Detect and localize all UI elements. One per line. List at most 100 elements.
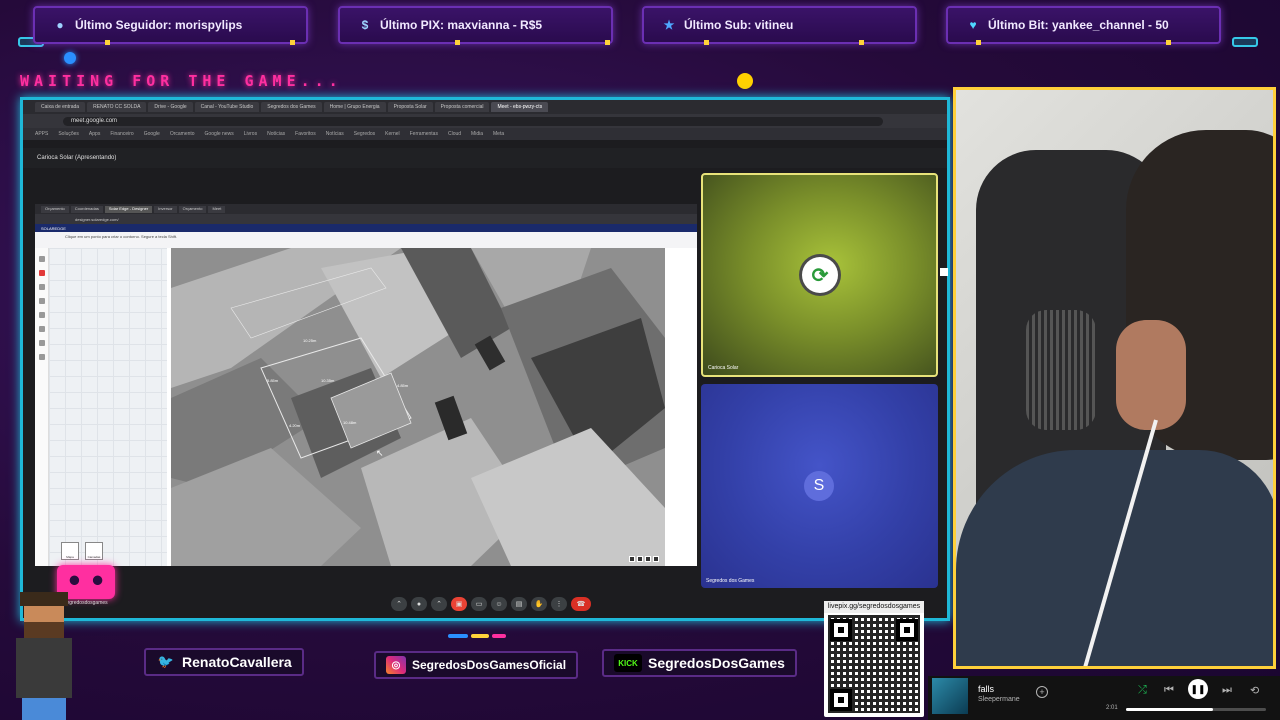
webcam-chair-mesh [1026, 310, 1096, 430]
bookmark-item[interactable]: Orcamento [170, 131, 195, 137]
inner-tabstrip: Orçamento Coordenadas Solar Edge - Designe… [35, 204, 697, 214]
repeat-icon[interactable]: ⟲ [1250, 684, 1259, 697]
present-icon[interactable]: ▤ [511, 597, 527, 611]
tool-icon[interactable] [38, 354, 45, 360]
browser-tab[interactable]: Home | Grupo Energia [323, 102, 386, 112]
layers-thumbnail[interactable]: Camadas [85, 542, 103, 560]
progress-bar[interactable] [1126, 708, 1266, 711]
bookmark-item[interactable]: Segredos [354, 131, 375, 137]
bookmark-item[interactable]: Favoritos [295, 131, 316, 137]
map-control-button[interactable] [629, 556, 635, 562]
twitter-bird-icon: 🐦 [157, 654, 175, 669]
captions-icon[interactable]: ▭ [471, 597, 487, 611]
inner-address-bar: designer.solaredge.com/ [35, 214, 697, 224]
raise-hand-icon[interactable]: ✋ [531, 597, 547, 611]
carioca-solar-logo-icon: ⟳ [802, 257, 838, 293]
alert-label: Último Sub: vitineu [684, 18, 794, 32]
dash [492, 634, 506, 638]
alert-last-pix: $ Último PIX: maxvianna - R$5 [338, 6, 613, 45]
previous-track-icon[interactable]: ⏮ [1164, 684, 1174, 697]
measure-label: 10.35m [321, 378, 335, 383]
bookmark-item[interactable]: Apps [89, 131, 100, 137]
instagram-icon: ◎ [386, 656, 406, 674]
shuffle-icon[interactable]: ⤮ [1138, 684, 1147, 697]
app-header: SOLAREDGE [35, 224, 697, 232]
map-control-button[interactable] [653, 556, 659, 562]
tool-icon[interactable] [38, 340, 45, 346]
bookmark-item[interactable]: Meta [493, 131, 504, 137]
bookmark-item[interactable]: Kernel [385, 131, 399, 137]
bookmark-item[interactable]: Notícias [326, 131, 344, 137]
tool-icon[interactable] [38, 312, 45, 318]
album-art [932, 678, 968, 714]
decor-dashes [448, 634, 506, 638]
map-controls [629, 556, 659, 562]
browser-tab[interactable]: Caixa de entrada [35, 102, 86, 112]
alert-last-follower: ● Último Seguidor: morispylips [33, 6, 308, 45]
mouse-cursor-icon: ↖ [376, 448, 384, 458]
browser-tab[interactable]: Drive - Google [148, 102, 193, 112]
browser-tab[interactable]: Proposta Solar [387, 102, 433, 112]
chevron-up-icon[interactable]: ⌃ [431, 597, 447, 611]
webcam-feed [953, 87, 1276, 669]
bookmark-item[interactable]: APPS [35, 131, 48, 137]
tool-icon[interactable] [38, 298, 45, 304]
participant-tile-segredos[interactable]: S Segredos dos Games [701, 384, 938, 588]
emoji-icon[interactable]: ☺ [491, 597, 507, 611]
bookmark-item[interactable]: Midia [471, 131, 483, 137]
social-twitter: 🐦 RenatoCavallera [144, 648, 304, 676]
social-handle: RenatoCavallera [182, 654, 292, 670]
tool-icon[interactable] [38, 256, 45, 262]
layers-thumbnail-label: Camadas [87, 555, 101, 559]
browser-tab[interactable]: Segredos dos Games [261, 102, 322, 112]
bookmark-item[interactable]: Livros [244, 131, 257, 137]
draw-tool-icon[interactable] [38, 270, 45, 276]
bookmark-item[interactable]: Google [144, 131, 160, 137]
bookmark-item[interactable]: Google news [205, 131, 234, 137]
tool-icon[interactable] [38, 326, 45, 332]
heart-gem-icon: ♥ [969, 18, 977, 32]
pause-icon[interactable]: ❚❚ [1188, 679, 1208, 699]
qr-code[interactable]: livepix.gg/segredosdosgames [824, 601, 924, 717]
kick-logo-icon: KICK [614, 654, 642, 672]
bookmark-item[interactable]: Notícias [267, 131, 285, 137]
measure-label: 10.48m [343, 420, 357, 425]
satellite-map[interactable]: 10.25m 10.35m 5.85m 4.20m 10.48m 4.85m ↖ [171, 248, 665, 566]
shared-screen: Orçamento Coordenadas Solar Edge - Designe… [35, 204, 697, 566]
map-control-button[interactable] [645, 556, 651, 562]
more-options-icon[interactable]: ⋮ [551, 597, 567, 611]
map-thumbnail[interactable]: Mapa [61, 542, 79, 560]
waiting-banner: WAITING FOR THE GAME... [20, 72, 343, 90]
browser-tab[interactable]: Meet - ebs-pwzy-cts [491, 102, 549, 112]
bookmark-item[interactable]: Soluções [58, 131, 79, 137]
address-bar[interactable]: meet.google.com [63, 116, 883, 126]
camera-off-icon[interactable]: ▣ [451, 597, 467, 611]
browser-tab[interactable]: Proposta comercial [434, 102, 490, 112]
music-player: falls Sleepermane + ⤮ ⏮ ❚❚ ⏭ ⟲ 2:01 [928, 676, 1280, 720]
meet-control-bar: ⌃ ● ⌃ ▣ ▭ ☺ ▤ ✋ ⋮ ☎ [391, 597, 591, 611]
alert-dot [704, 40, 709, 45]
pixel-legs [22, 698, 66, 720]
alert-dot [859, 40, 864, 45]
bookmark-item[interactable]: Cloud [448, 131, 461, 137]
map-control-button[interactable] [637, 556, 643, 562]
bookmark-item[interactable]: Financeiro [110, 131, 133, 137]
pixel-hair [20, 592, 68, 606]
app-notice: Clique em um ponto para criar o contorno… [35, 232, 697, 248]
social-kick: KICK SegredosDosGames [602, 649, 797, 677]
alert-dot [290, 40, 295, 45]
user-icon: ● [56, 18, 64, 32]
inner-browser-tab: Orçamento [178, 205, 207, 213]
participant-name: Carioca Solar [708, 365, 739, 371]
add-to-library-icon[interactable]: + [1036, 686, 1048, 698]
hang-up-icon[interactable]: ☎ [571, 597, 591, 611]
next-track-icon[interactable]: ⏭ [1222, 684, 1232, 697]
participant-tile-carioca[interactable]: ⟳ Carioca Solar [701, 173, 938, 377]
browser-tab[interactable]: Canal - YouTube Studio [194, 102, 260, 112]
mic-icon[interactable]: ● [411, 597, 427, 611]
bookmark-item[interactable]: Ferramentas [410, 131, 438, 137]
tool-icon[interactable] [38, 284, 45, 290]
inner-browser-tab: Solar Edge - Designer [104, 205, 153, 213]
chevron-up-icon[interactable]: ⌃ [391, 597, 407, 611]
browser-tab[interactable]: RENATO CC SOLDA [87, 102, 147, 112]
